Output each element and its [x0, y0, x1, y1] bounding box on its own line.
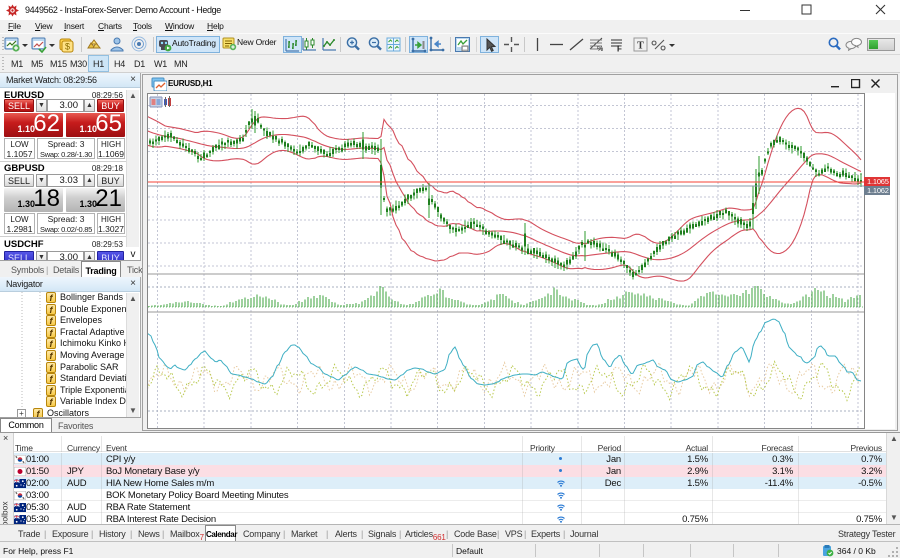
svg-text:T: T — [637, 41, 644, 52]
svg-text:F: F — [617, 45, 622, 54]
svg-text:$: $ — [65, 42, 70, 52]
svg-text:%: % — [597, 46, 603, 53]
